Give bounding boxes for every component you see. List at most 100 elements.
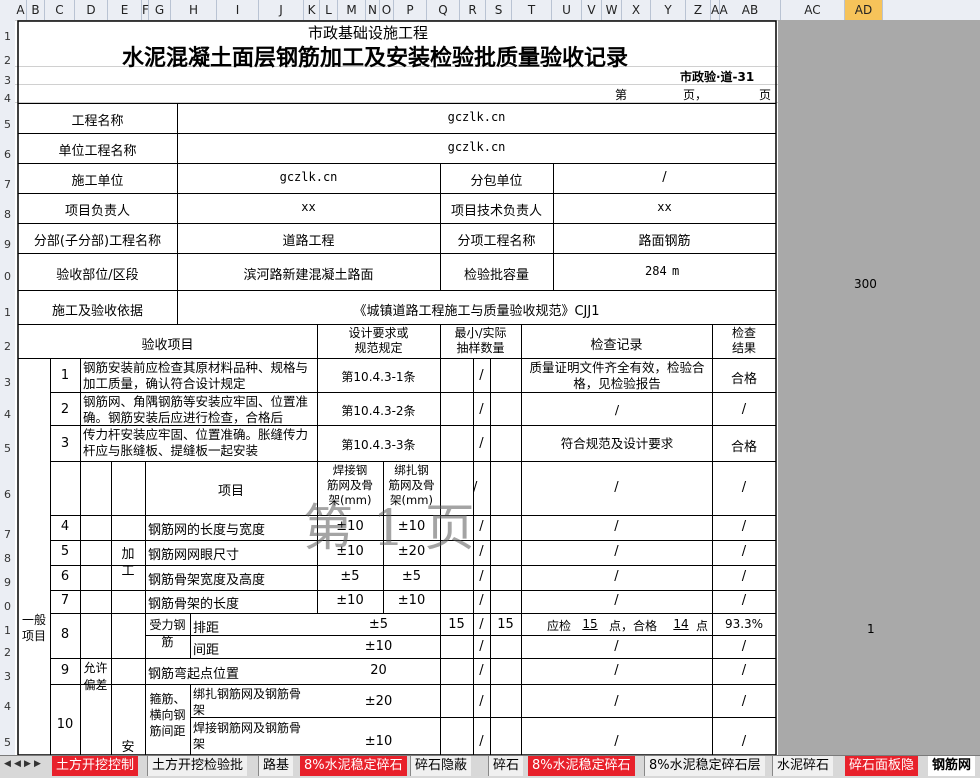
column-header-a[interactable]: A — [15, 0, 27, 20]
row-general-record[interactable]: / — [521, 544, 712, 559]
column-header-c[interactable]: C — [45, 0, 75, 20]
row-header[interactable]: 3 — [0, 74, 15, 87]
division-value[interactable]: 道路工程 — [177, 230, 440, 249]
sheet-tab[interactable]: 钢筋网 — [928, 756, 976, 776]
row-header[interactable]: 2 — [0, 54, 15, 67]
row-main-record[interactable]: 质量证明文件齐全有效，检验合格，见检验报告 — [523, 360, 711, 392]
column-header-f[interactable]: F — [142, 0, 149, 20]
row-header[interactable]: 4 — [0, 700, 15, 713]
column-header-z[interactable]: Z — [686, 0, 711, 20]
row-main-spec[interactable]: 第10.4.3-1条 — [317, 368, 440, 385]
column-header-x[interactable]: X — [622, 0, 651, 20]
column-header-ad[interactable]: AD — [845, 0, 883, 20]
row-header[interactable]: 1 — [0, 624, 15, 637]
row9-result[interactable]: / — [712, 663, 776, 678]
cell-value-1[interactable]: 1 — [867, 622, 875, 636]
row-general-result[interactable]: / — [712, 593, 776, 608]
row8-b-result[interactable]: / — [712, 639, 776, 654]
cell-value-300[interactable]: 300 — [854, 277, 877, 291]
sheet-tab[interactable]: 土方开挖检验批 — [147, 756, 248, 776]
row10-a-result[interactable]: / — [712, 694, 776, 709]
sheet-tab[interactable]: 8%水泥稳定碎石 — [300, 756, 407, 776]
row-header[interactable]: 4 — [0, 92, 15, 105]
column-header-i[interactable]: I — [217, 0, 259, 20]
row-header[interactable]: 1 — [0, 306, 15, 319]
contractor-value[interactable]: gczlk.cn — [177, 170, 440, 184]
sheet-tab[interactable]: 碎石 — [488, 756, 524, 776]
column-header-e[interactable]: E — [108, 0, 142, 20]
column-header-s[interactable]: S — [486, 0, 512, 20]
row-header[interactable]: 7 — [0, 528, 15, 541]
row-general-result[interactable]: / — [712, 519, 776, 534]
row8-a-min[interactable]: 15 — [440, 617, 473, 632]
row-general-bind[interactable]: ±10 — [383, 593, 440, 608]
row-general-bind[interactable]: ±5 — [383, 569, 440, 584]
row8-b-spec[interactable]: ±10 — [317, 639, 440, 654]
row-header[interactable]: 5 — [0, 736, 15, 749]
row10-a-spec[interactable]: ±20 — [317, 694, 440, 709]
column-header-aa[interactable]: AA — [711, 0, 728, 20]
row-main-result[interactable]: / — [712, 402, 776, 417]
row-header[interactable]: 5 — [0, 442, 15, 455]
row8-a-spec[interactable]: ±5 — [317, 617, 440, 632]
row-header[interactable]: 4 — [0, 408, 15, 421]
row-header[interactable]: 7 — [0, 178, 15, 191]
column-header-j[interactable]: J — [259, 0, 304, 20]
row-header[interactable]: 0 — [0, 270, 15, 283]
column-header-m[interactable]: M — [338, 0, 366, 20]
sheet-tab[interactable]: 8%水泥稳定碎石层 — [644, 756, 765, 776]
item-value[interactable]: 路面钢筋 — [553, 230, 776, 249]
row-header[interactable]: 8 — [0, 208, 15, 221]
row-header[interactable]: 9 — [0, 238, 15, 251]
tab-first-icon[interactable]: ◀ — [4, 759, 12, 771]
column-header-n[interactable]: N — [366, 0, 380, 20]
basis-value[interactable]: 《城镇道路工程施工与质量验收规范》CJJ1 — [177, 300, 776, 319]
row-header[interactable]: 5 — [0, 118, 15, 131]
row-general-weld[interactable]: ±5 — [317, 569, 383, 584]
location-value[interactable]: 滨河路新建混凝土路面 — [177, 264, 440, 283]
column-header-g[interactable]: G — [149, 0, 171, 20]
column-header-o[interactable]: O — [380, 0, 394, 20]
row8-a-checked[interactable]: 15 — [575, 617, 605, 631]
row-main-spec[interactable]: 第10.4.3-3条 — [317, 436, 440, 453]
row-general-result[interactable]: / — [712, 544, 776, 559]
row-main-result[interactable]: 合格 — [712, 368, 776, 387]
column-header-u[interactable]: U — [552, 0, 582, 20]
column-header-v[interactable]: V — [582, 0, 602, 20]
sub-contractor-value[interactable]: / — [553, 170, 776, 185]
column-header-k[interactable]: K — [304, 0, 320, 20]
row-header[interactable]: 0 — [0, 600, 15, 613]
row-general-record[interactable]: / — [521, 569, 712, 584]
column-header-r[interactable]: R — [460, 0, 486, 20]
column-header-ac[interactable]: AC — [781, 0, 845, 20]
column-header-w[interactable]: W — [602, 0, 622, 20]
row10-b-result[interactable]: / — [712, 734, 776, 749]
column-header-h[interactable]: H — [171, 0, 217, 20]
row-header[interactable]: 3 — [0, 670, 15, 683]
sheet-tab[interactable]: 碎石隐蔽 — [410, 756, 472, 776]
column-header-d[interactable]: D — [75, 0, 108, 20]
row8-b-record[interactable]: / — [521, 639, 712, 654]
row-header[interactable]: 2 — [0, 340, 15, 353]
row-general-result[interactable]: / — [712, 569, 776, 584]
row-general-record[interactable]: / — [521, 593, 712, 608]
column-header-p[interactable]: P — [394, 0, 427, 20]
row-header[interactable]: 9 — [0, 576, 15, 589]
capacity-value[interactable]: 284 — [645, 264, 667, 278]
unit-project-value[interactable]: gczlk.cn — [177, 140, 776, 154]
column-header-ab[interactable]: AB — [720, 0, 781, 20]
sheet-tab[interactable]: 水泥碎石 — [772, 756, 834, 776]
row-general-record[interactable]: / — [521, 519, 712, 534]
row-header[interactable]: 2 — [0, 646, 15, 659]
sheet-tab[interactable]: 碎石面板隐 — [845, 756, 919, 776]
row-header[interactable]: 6 — [0, 488, 15, 501]
column-header-q[interactable]: Q — [427, 0, 460, 20]
worksheet[interactable]: 市政基础设施工程 水泥混凝土面层钢筋加工及安装检验批质量验收记录 市政验·道-3… — [15, 20, 778, 755]
row-general-weld[interactable]: ±10 — [317, 593, 383, 608]
row-main-result[interactable]: 合格 — [712, 436, 776, 455]
row-header[interactable]: 8 — [0, 552, 15, 565]
project-name-value[interactable]: gczlk.cn — [177, 110, 776, 124]
column-header-l[interactable]: L — [320, 0, 338, 20]
tab-last-icon[interactable]: ▶ — [34, 759, 42, 771]
row-main-spec[interactable]: 第10.4.3-2条 — [317, 402, 440, 419]
